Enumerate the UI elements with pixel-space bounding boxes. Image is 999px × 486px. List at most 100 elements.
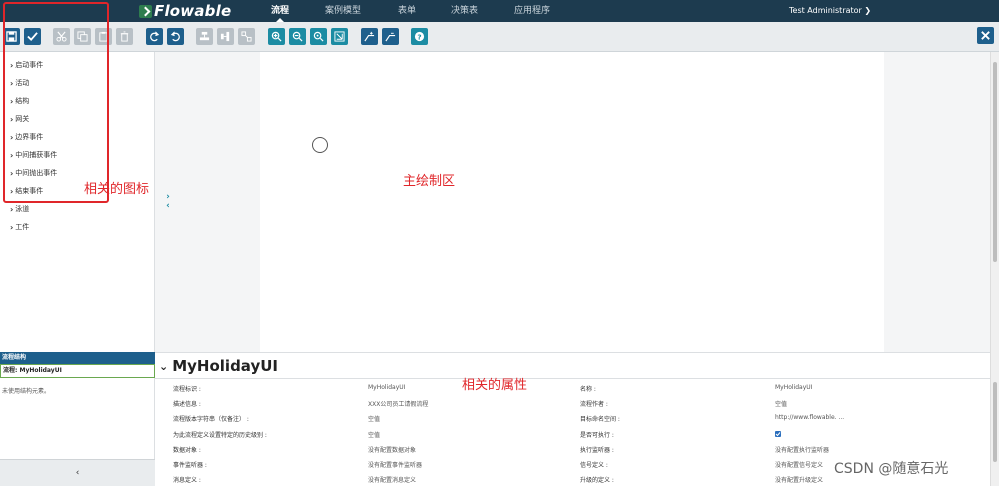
chevron-right-icon: › — [10, 114, 14, 124]
delete-icon — [120, 31, 129, 42]
palette-group-catching-events[interactable]: › 中间捕获事件 — [10, 149, 57, 161]
check-icon — [775, 432, 781, 437]
delete-button[interactable] — [116, 28, 133, 45]
chevron-right-icon: › — [10, 168, 14, 178]
bend-add-icon — [364, 31, 375, 42]
palette-group-activities[interactable]: › 活动 — [10, 77, 29, 89]
main-drawing-canvas[interactable] — [260, 52, 884, 352]
nav-form[interactable]: 表单 — [398, 0, 416, 22]
zoom-in-button[interactable] — [268, 28, 285, 45]
palette-group-artifacts[interactable]: › 工件 — [10, 221, 29, 233]
align-vertical-icon — [199, 31, 210, 41]
annotation-props: 相关的属性 — [462, 378, 528, 393]
prop-value[interactable]: XXX公司员工请假流程 — [368, 399, 428, 408]
annotation-canvas: 主绘制区 — [403, 174, 456, 189]
prop-value[interactable]: 空值 — [368, 430, 380, 439]
start-event-shape[interactable] — [312, 137, 328, 153]
chevron-right-icon: › — [10, 60, 14, 70]
undo-icon — [170, 31, 180, 42]
prop-value[interactable]: MyHolidayUI — [368, 384, 405, 391]
prop-value[interactable]: 没有配置信号定义 — [775, 460, 823, 469]
prop-label: 流程标识 : — [173, 386, 201, 393]
nav-process[interactable]: 流程 — [271, 0, 289, 22]
undo-button[interactable] — [167, 28, 184, 45]
executable-checkbox[interactable] — [775, 431, 781, 437]
palette-group-end-events[interactable]: › 结束事件 — [10, 185, 43, 197]
align-horizontal-icon — [220, 31, 230, 42]
prop-label: 是否可执行 : — [580, 432, 614, 439]
bend-remove-button[interactable] — [382, 28, 399, 45]
watermark: CSDN @随意石光 — [834, 461, 949, 477]
chevron-down-icon: ⌄ — [159, 359, 169, 373]
prop-label: 为此流程定义设置特定的历史级别 : — [173, 432, 267, 439]
prop-label: 流程版本字符串（仅备注） : — [173, 416, 249, 423]
prop-label: 事件监听器 : — [173, 462, 207, 469]
nav-apps[interactable]: 应用程序 — [514, 0, 550, 22]
zoom-actual-icon — [313, 31, 324, 42]
align-horizontal-button[interactable] — [217, 28, 234, 45]
palette-group-start-events[interactable]: › 启动事件 — [10, 59, 43, 71]
nav-case-model[interactable]: 案例模型 — [325, 0, 361, 22]
prop-value[interactable]: 没有配置消息定义 — [368, 475, 416, 484]
prop-value[interactable]: 没有配置事件监听器 — [368, 460, 422, 469]
prop-value[interactable]: MyHolidayUI — [775, 384, 812, 391]
chevron-right-icon: › — [10, 222, 14, 232]
svg-text:?: ? — [417, 32, 421, 41]
close-editor-button[interactable] — [977, 27, 994, 44]
chevron-right-icon: › — [10, 96, 14, 106]
properties-title[interactable]: ⌄ MyHolidayUI — [159, 357, 278, 375]
prop-label: 消息定义 : — [173, 477, 201, 484]
zoom-out-button[interactable] — [289, 28, 306, 45]
prop-value[interactable]: 没有配置数据对象 — [368, 445, 416, 454]
palette-group-swimlanes[interactable]: › 泳道 — [10, 203, 29, 215]
chevron-right-icon: › — [10, 150, 14, 160]
zoom-fit-icon — [334, 31, 345, 42]
structure-header: 流程结构 — [0, 352, 155, 364]
bend-remove-icon — [385, 32, 396, 42]
redo-icon — [150, 31, 160, 42]
chevron-right-icon: › — [10, 186, 14, 196]
zoom-out-icon — [292, 31, 303, 42]
prop-label: 数据对象 : — [173, 447, 201, 454]
zoom-fit-button[interactable] — [331, 28, 348, 45]
properties-separator — [155, 378, 990, 379]
annotation-icons: 相关的图标 — [84, 182, 150, 197]
prop-label: 升级的定义 : — [580, 477, 614, 484]
palette-group-structural[interactable]: › 结构 — [10, 95, 29, 107]
same-size-button[interactable] — [238, 28, 255, 45]
chevron-right-icon: › — [10, 78, 14, 88]
nav-decision-table[interactable]: 决策表 — [451, 0, 478, 22]
structure-collapse-button[interactable]: ‹ — [0, 459, 155, 486]
palette-group-gateways[interactable]: › 网关 — [10, 113, 29, 125]
close-icon — [981, 31, 990, 40]
prop-label: 流程作者 : — [580, 401, 608, 408]
prop-value[interactable]: 空值 — [368, 414, 380, 423]
redo-button[interactable] — [146, 28, 163, 45]
prop-label: 目标命名空间 : — [580, 416, 620, 423]
same-size-icon — [241, 31, 252, 42]
chevron-right-icon: › — [10, 132, 14, 142]
zoom-actual-button[interactable] — [310, 28, 327, 45]
structure-panel: 流程结构 流程: MyHolidayUI 未使用结构元素。 ‹ — [0, 352, 155, 486]
help-button[interactable]: ? — [411, 28, 428, 45]
align-vertical-button[interactable] — [196, 28, 213, 45]
palette-group-throwing-events[interactable]: › 中间抛出事件 — [10, 167, 57, 179]
prop-value[interactable]: 没有配置升级定义 — [775, 475, 823, 484]
user-menu[interactable]: Test Administrator ❯ — [789, 0, 871, 22]
help-icon: ? — [414, 31, 425, 41]
prop-value[interactable]: 没有配置执行监听器 — [775, 445, 829, 454]
structure-empty-text: 未使用结构元素。 — [2, 388, 51, 395]
flowable-logo[interactable]: Flowable — [139, 2, 231, 20]
bend-add-button[interactable] — [361, 28, 378, 45]
canvas-scrollbar[interactable] — [990, 52, 999, 352]
flowable-logo-icon — [139, 4, 152, 18]
structure-process-item[interactable]: 流程: MyHolidayUI — [0, 364, 155, 378]
prop-value[interactable]: 空值 — [775, 399, 787, 408]
prop-value[interactable]: http://www.flowable. ... — [775, 414, 844, 421]
chevron-left-icon: ‹ — [166, 201, 170, 211]
palette-toggle-button[interactable]: › ‹ — [163, 193, 173, 213]
palette-group-boundary-events[interactable]: › 边界事件 — [10, 131, 43, 143]
properties-scrollbar[interactable] — [990, 352, 999, 486]
zoom-in-icon — [271, 31, 282, 42]
chevron-right-icon: › — [10, 204, 14, 214]
